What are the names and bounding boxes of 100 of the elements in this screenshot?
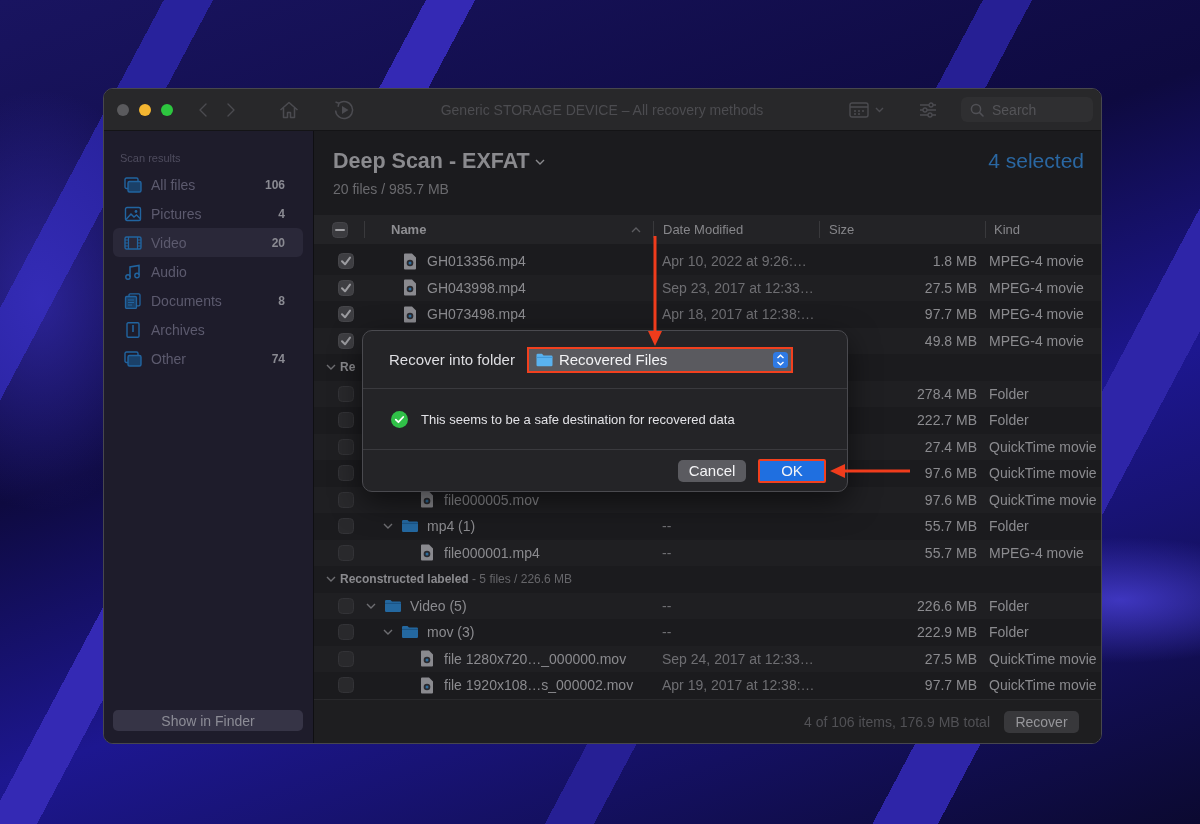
sidebar-item[interactable]: Archives — [113, 315, 303, 344]
recover-button[interactable]: Recover — [1004, 710, 1079, 733]
kind-text: Folder — [989, 597, 1029, 614]
table-row[interactable]: Video (5) -- 226.6 MB Folder — [314, 592, 1101, 619]
kind-text: MPEG-4 movie — [989, 279, 1084, 296]
minimize-button[interactable] — [139, 103, 151, 116]
sidebar-item[interactable]: Other 74 — [113, 344, 303, 373]
checkbox[interactable] — [338, 306, 354, 323]
size-text: 27.4 MB — [924, 438, 977, 455]
video-file-icon — [403, 305, 417, 323]
music-note-icon — [124, 263, 142, 280]
sliders-icon[interactable] — [919, 101, 937, 118]
zoom-button[interactable] — [161, 103, 173, 116]
video-file-icon — [403, 279, 417, 297]
column-header[interactable]: Date Modified — [653, 221, 819, 238]
documents-icon — [124, 292, 142, 309]
chevron-down-icon[interactable] — [534, 159, 545, 165]
folder-dropdown[interactable]: Recovered Files — [526, 346, 793, 373]
table-row[interactable]: GH043998.mp4 Sep 23, 2017 at 12:33… 27.5 MB MPEG-4 movie — [314, 274, 1101, 301]
caret-icon[interactable] — [875, 106, 884, 113]
size-text: 226.6 MB — [917, 597, 977, 614]
kind-text: MPEG-4 movie — [989, 253, 1084, 270]
kind-text: Folder — [989, 385, 1029, 402]
sidebar-item[interactable]: Audio — [113, 257, 303, 286]
item-count: 4 — [278, 206, 285, 221]
close-button[interactable] — [117, 103, 129, 116]
video-file-icon — [403, 252, 417, 270]
sidebar-item[interactable]: All files 106 — [113, 170, 303, 199]
date-text: Apr 19, 2017 at 12:38:… — [662, 677, 815, 694]
sidebar-item[interactable]: Documents 8 — [113, 286, 303, 315]
size-text: 278.4 MB — [917, 385, 977, 402]
date-text: -- — [662, 597, 672, 614]
size-text: 97.6 MB — [924, 491, 977, 508]
size-text: 27.5 MB — [924, 650, 977, 667]
file-name: mov (3) — [427, 624, 475, 641]
file-name: GH013356.mp4 — [427, 253, 526, 270]
file-name: GH043998.mp4 — [427, 279, 526, 296]
kind-text: QuickTime movie — [989, 465, 1097, 482]
column-header[interactable]: Size — [819, 221, 985, 238]
forward-icon[interactable] — [226, 101, 236, 118]
date-text: Sep 23, 2017 at 12:33… — [662, 279, 814, 296]
confirm-button[interactable]: OK — [758, 458, 826, 483]
size-text: 55.7 MB — [924, 518, 977, 535]
sort-caret-icon — [631, 226, 641, 233]
table-row[interactable]: file 1280x720…_000000.mov Sep 24, 2017 at 12:33… 27.5 MB QuickTime movie — [314, 645, 1101, 672]
size-text: 97.7 MB — [924, 306, 977, 323]
grid-view-icon[interactable] — [849, 101, 869, 118]
item-count: 106 — [264, 177, 285, 192]
search-icon — [970, 102, 984, 117]
kind-text: QuickTime movie — [989, 491, 1097, 508]
cancel-button[interactable]: Cancel — [678, 459, 746, 482]
item-count: 8 — [278, 293, 285, 308]
kind-text: Folder — [989, 518, 1029, 535]
checkbox[interactable] — [338, 465, 354, 482]
checkbox[interactable] — [338, 332, 354, 349]
file-name: file 1280x720…_000000.mov — [444, 650, 627, 667]
folder-icon — [401, 519, 419, 534]
field-label: Recover into folder — [389, 351, 515, 368]
show-in-finder-button[interactable]: Show in Finder — [113, 710, 303, 731]
stepper-icon — [772, 351, 788, 368]
folder-icon — [384, 598, 402, 613]
stacked-windows-icon — [124, 176, 142, 193]
date-text: -- — [662, 624, 672, 641]
replay-icon[interactable] — [333, 98, 355, 121]
checkbox[interactable] — [338, 677, 354, 694]
checkbox[interactable] — [338, 491, 354, 508]
video-file-icon — [420, 676, 434, 694]
column-header[interactable]: Name — [364, 221, 653, 238]
checkbox[interactable] — [338, 518, 354, 535]
item-count: 20 — [271, 235, 285, 250]
sidebar-item[interactable]: Pictures 4 — [113, 199, 303, 228]
checkbox[interactable] — [338, 279, 354, 296]
folder-icon — [535, 352, 553, 367]
column-header[interactable]: Kind — [985, 221, 1101, 238]
section-heading: Re — [340, 360, 356, 375]
kind-text: Folder — [989, 624, 1029, 641]
select-all-checkbox[interactable] — [332, 221, 348, 238]
date-text: Apr 10, 2022 at 9:26:… — [662, 253, 807, 270]
size-text: 27.5 MB — [924, 279, 977, 296]
home-icon[interactable] — [279, 100, 299, 119]
checkbox[interactable] — [338, 438, 354, 455]
kind-text: MPEG-4 movie — [989, 544, 1084, 561]
dialog-message: This seems to be a safe destination for recovered data — [421, 411, 735, 427]
table-row[interactable]: file000001.mp4 -- 55.7 MB MPEG-4 movie — [314, 539, 1101, 566]
checkbox[interactable] — [338, 412, 354, 429]
date-text: -- — [662, 544, 672, 561]
checkbox[interactable] — [338, 253, 354, 270]
checkbox[interactable] — [338, 624, 354, 641]
scan-title[interactable]: Deep Scan - EXFAT — [333, 148, 530, 174]
selection-count: 4 selected — [988, 149, 1084, 173]
item-count: 74 — [271, 351, 285, 366]
scan-summary: 20 files / 985.7 MB — [333, 181, 449, 197]
back-icon[interactable] — [198, 101, 208, 118]
checkbox[interactable] — [338, 385, 354, 402]
kind-text: MPEG-4 movie — [989, 306, 1084, 323]
stacked-boxes-icon — [124, 350, 142, 367]
size-text: 222.9 MB — [917, 624, 977, 641]
kind-text: QuickTime movie — [989, 650, 1097, 667]
date-text: -- — [662, 518, 672, 535]
file-name: GH073498.mp4 — [427, 306, 526, 323]
